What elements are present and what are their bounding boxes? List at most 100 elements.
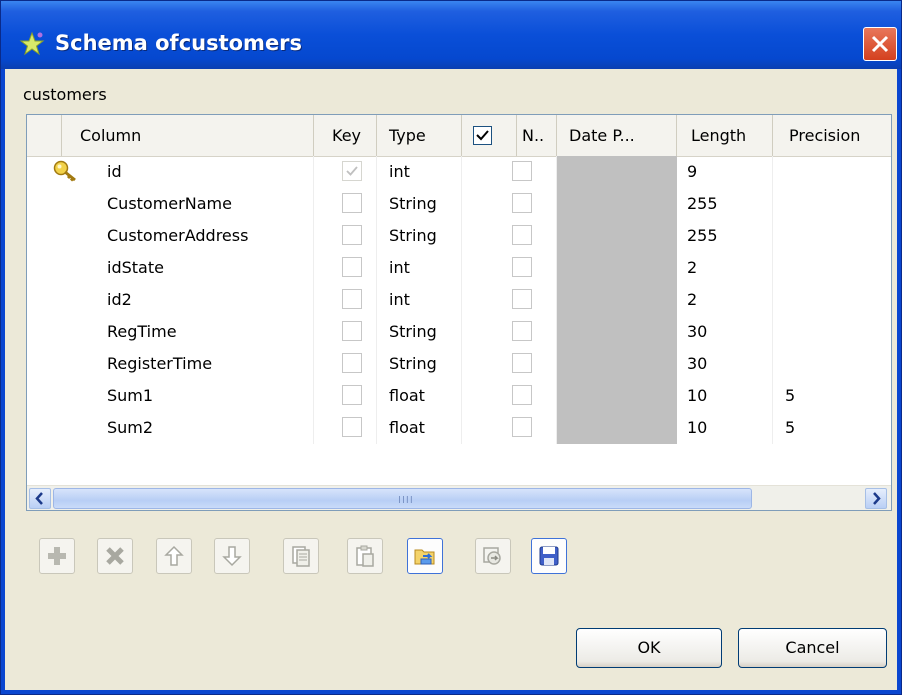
move-up-button[interactable] bbox=[156, 538, 192, 574]
cell-key[interactable] bbox=[314, 252, 377, 284]
scroll-right-button[interactable] bbox=[865, 488, 887, 509]
cell-column-name[interactable]: CustomerName bbox=[107, 188, 314, 220]
table-row[interactable]: idState int 2 bbox=[27, 252, 891, 284]
nullable-checkbox[interactable] bbox=[512, 193, 532, 213]
nullable-checkbox[interactable] bbox=[512, 385, 532, 405]
cell-nullable[interactable] bbox=[462, 156, 557, 188]
cell-precision[interactable] bbox=[773, 348, 891, 380]
table-row[interactable]: CustomerName String 255 bbox=[27, 188, 891, 220]
cell-column-name[interactable]: RegisterTime bbox=[107, 348, 314, 380]
cell-key[interactable] bbox=[314, 412, 377, 444]
nullable-checkbox[interactable] bbox=[512, 321, 532, 341]
cell-nullable[interactable] bbox=[462, 252, 557, 284]
move-down-button[interactable] bbox=[214, 538, 250, 574]
cell-nullable[interactable] bbox=[462, 412, 557, 444]
cell-precision[interactable]: 5 bbox=[773, 412, 891, 444]
cell-column-name[interactable]: Sum1 bbox=[107, 380, 314, 412]
cell-key[interactable] bbox=[314, 220, 377, 252]
cell-nullable[interactable] bbox=[462, 380, 557, 412]
scroll-thumb[interactable]: IIII bbox=[53, 488, 752, 509]
delete-button[interactable] bbox=[97, 538, 133, 574]
header-date-pattern[interactable]: Date P... bbox=[557, 115, 677, 156]
cell-column-name[interactable]: id bbox=[107, 156, 314, 188]
cell-nullable[interactable] bbox=[462, 348, 557, 380]
table-row[interactable]: id int 9 bbox=[27, 156, 891, 188]
paste-button[interactable] bbox=[347, 538, 383, 574]
nullable-checkbox[interactable] bbox=[512, 289, 532, 309]
key-checkbox[interactable] bbox=[342, 289, 362, 309]
cell-type[interactable]: String bbox=[377, 348, 462, 380]
header-nullable-checkbox[interactable] bbox=[473, 126, 492, 145]
key-checkbox[interactable] bbox=[342, 257, 362, 277]
cell-length[interactable]: 2 bbox=[677, 284, 773, 316]
cell-precision[interactable] bbox=[773, 156, 891, 188]
header-nullable-check[interactable] bbox=[462, 115, 517, 156]
import-button[interactable] bbox=[407, 538, 443, 574]
key-checkbox[interactable] bbox=[342, 385, 362, 405]
cell-nullable[interactable] bbox=[462, 284, 557, 316]
cell-column-name[interactable]: id2 bbox=[107, 284, 314, 316]
cancel-button[interactable]: Cancel bbox=[738, 628, 887, 668]
cell-column-name[interactable]: RegTime bbox=[107, 316, 314, 348]
nullable-checkbox[interactable] bbox=[512, 353, 532, 373]
cell-length[interactable]: 255 bbox=[677, 220, 773, 252]
title-bar[interactable]: Schema ofcustomers bbox=[1, 1, 901, 69]
table-row[interactable]: RegTime String 30 bbox=[27, 316, 891, 348]
table-row[interactable]: Sum2 float 10 5 bbox=[27, 412, 891, 444]
header-key[interactable]: Key bbox=[314, 115, 377, 156]
cell-column-name[interactable]: idState bbox=[107, 252, 314, 284]
cell-precision[interactable] bbox=[773, 316, 891, 348]
header-length[interactable]: Length bbox=[677, 115, 773, 156]
header-type[interactable]: Type bbox=[377, 115, 462, 156]
cell-length[interactable]: 10 bbox=[677, 412, 773, 444]
cell-precision[interactable]: 5 bbox=[773, 380, 891, 412]
nullable-checkbox[interactable] bbox=[512, 225, 532, 245]
cell-length[interactable]: 10 bbox=[677, 380, 773, 412]
cell-precision[interactable] bbox=[773, 252, 891, 284]
key-checkbox[interactable] bbox=[342, 161, 362, 181]
cell-type[interactable]: String bbox=[377, 316, 462, 348]
cell-column-name[interactable]: CustomerAddress bbox=[107, 220, 314, 252]
cell-nullable[interactable] bbox=[462, 188, 557, 220]
key-checkbox[interactable] bbox=[342, 417, 362, 437]
cell-key[interactable] bbox=[314, 380, 377, 412]
header-precision[interactable]: Precision bbox=[773, 115, 891, 156]
table-row[interactable]: Sum1 float 10 5 bbox=[27, 380, 891, 412]
cell-type[interactable]: String bbox=[377, 220, 462, 252]
cell-precision[interactable] bbox=[773, 188, 891, 220]
horizontal-scrollbar[interactable]: IIII bbox=[27, 485, 891, 510]
table-row[interactable]: id2 int 2 bbox=[27, 284, 891, 316]
cell-type[interactable]: int bbox=[377, 284, 462, 316]
cell-length[interactable]: 9 bbox=[677, 156, 773, 188]
save-button[interactable] bbox=[531, 538, 567, 574]
export-button[interactable] bbox=[475, 538, 511, 574]
close-button[interactable] bbox=[863, 27, 897, 61]
cell-key[interactable] bbox=[314, 188, 377, 220]
cell-type[interactable]: String bbox=[377, 188, 462, 220]
cell-length[interactable]: 255 bbox=[677, 188, 773, 220]
cell-type[interactable]: float bbox=[377, 380, 462, 412]
cell-type[interactable]: int bbox=[377, 252, 462, 284]
cell-column-name[interactable]: Sum2 bbox=[107, 412, 314, 444]
cell-type[interactable]: float bbox=[377, 412, 462, 444]
nullable-checkbox[interactable] bbox=[512, 417, 532, 437]
cell-key[interactable] bbox=[314, 284, 377, 316]
cell-nullable[interactable] bbox=[462, 220, 557, 252]
key-checkbox[interactable] bbox=[342, 353, 362, 373]
cell-length[interactable]: 30 bbox=[677, 316, 773, 348]
add-button[interactable] bbox=[39, 538, 75, 574]
table-row[interactable]: CustomerAddress String 255 bbox=[27, 220, 891, 252]
scroll-left-button[interactable] bbox=[29, 488, 51, 509]
key-checkbox[interactable] bbox=[342, 321, 362, 341]
cell-precision[interactable] bbox=[773, 220, 891, 252]
cell-type[interactable]: int bbox=[377, 156, 462, 188]
nullable-checkbox[interactable] bbox=[512, 161, 532, 181]
cell-length[interactable]: 2 bbox=[677, 252, 773, 284]
cell-key[interactable] bbox=[314, 156, 377, 188]
table-row[interactable]: RegisterTime String 30 bbox=[27, 348, 891, 380]
schema-table[interactable]: Column Key Type N.. Date P... Length Pre… bbox=[26, 114, 892, 511]
key-checkbox[interactable] bbox=[342, 225, 362, 245]
header-nullable[interactable]: N.. bbox=[517, 115, 557, 156]
ok-button[interactable]: OK bbox=[576, 628, 722, 668]
key-checkbox[interactable] bbox=[342, 193, 362, 213]
